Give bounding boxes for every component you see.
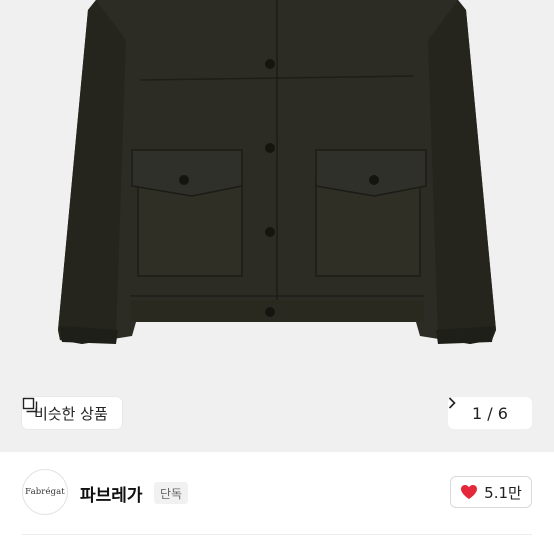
seller-name[interactable]: 파브레가 bbox=[80, 481, 143, 506]
product-image-gallery[interactable]: 비슷한 상품 1 / 6 bbox=[0, 0, 554, 452]
chevron-right-icon[interactable] bbox=[448, 397, 456, 409]
current-page: 1 bbox=[472, 403, 483, 423]
seller-row: Fabrégat 파브레가 단독 5.1만 bbox=[0, 452, 554, 534]
total-pages: 6 bbox=[497, 403, 508, 423]
similar-items-icon bbox=[22, 397, 38, 413]
page-indicator: 1 / 6 bbox=[472, 404, 508, 423]
seller-logo-avatar[interactable]: Fabrégat bbox=[22, 469, 68, 515]
seller-logo-text: Fabrégat bbox=[25, 487, 65, 497]
product-image bbox=[58, 0, 496, 344]
image-pager[interactable]: 1 / 6 bbox=[448, 397, 532, 429]
heart-icon bbox=[461, 485, 478, 499]
section-divider bbox=[22, 534, 532, 535]
like-button[interactable]: 5.1만 bbox=[450, 476, 532, 508]
page-separator: / bbox=[487, 403, 493, 423]
similar-items-button[interactable]: 비슷한 상품 bbox=[22, 397, 122, 429]
similar-items-label: 비슷한 상품 bbox=[34, 404, 108, 423]
exclusive-badge: 단독 bbox=[154, 482, 189, 504]
like-count: 5.1만 bbox=[484, 483, 522, 502]
